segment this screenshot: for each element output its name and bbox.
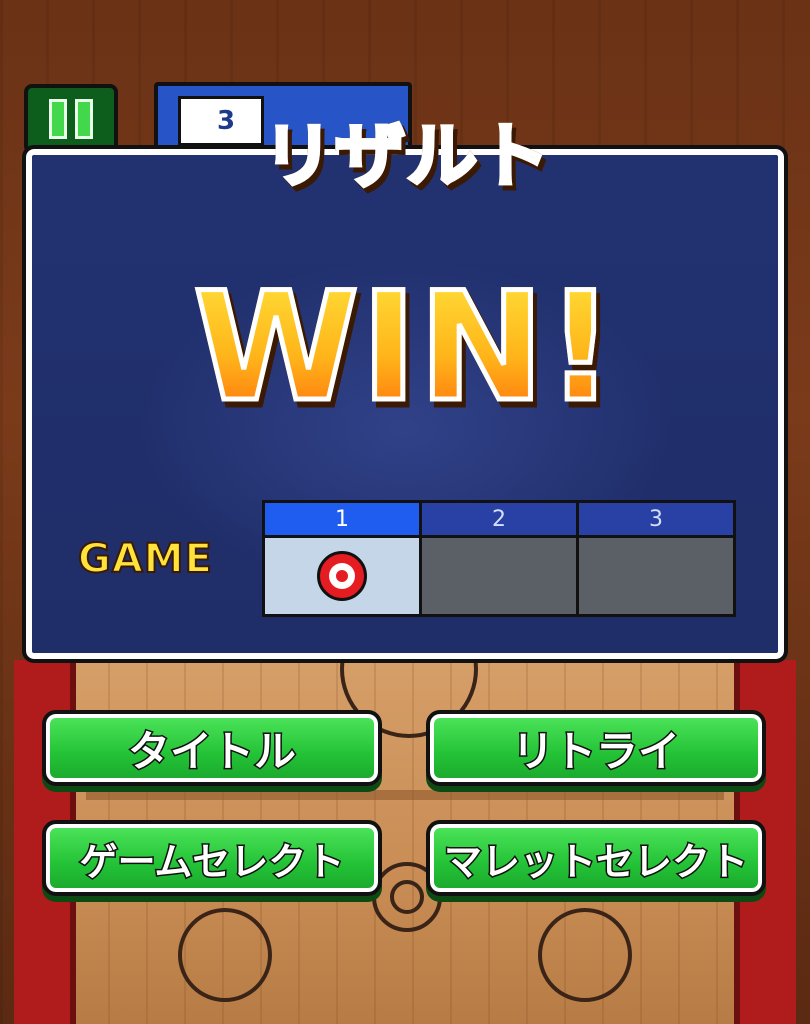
retry-button[interactable]: リトライ [426, 710, 766, 786]
game-result-cell-1 [265, 538, 419, 614]
game-select-button[interactable]: ゲームセレクト [42, 820, 382, 896]
win-banner: WIN! [180, 259, 630, 438]
game-header-1: 1 [265, 503, 419, 535]
win-target-icon [317, 551, 367, 601]
game-header-3: 3 [579, 503, 733, 535]
game-result-cell-3 [579, 538, 733, 614]
game-result-cell-2 [422, 538, 576, 614]
game-score-table: 1 2 3 [262, 500, 736, 617]
table-face-off-circle-left [178, 908, 272, 1002]
game-header-2: 2 [422, 503, 576, 535]
pause-bar-icon [49, 99, 67, 139]
game-label: GAME [77, 535, 213, 583]
mallet-select-button[interactable]: マレットセレクト [426, 820, 766, 896]
result-title: リザルト [218, 98, 596, 202]
pause-bar-icon [75, 99, 93, 139]
title-button[interactable]: タイトル [42, 710, 382, 786]
pause-button[interactable] [24, 84, 118, 154]
table-center-line [86, 790, 724, 800]
table-face-off-circle-right [538, 908, 632, 1002]
